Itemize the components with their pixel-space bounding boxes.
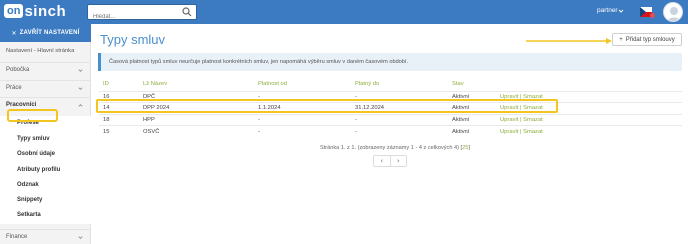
close-settings-button[interactable]: ✕ ZAVŘÍT NASTAVENÍ [0, 24, 91, 42]
logo[interactable]: on sinch [4, 2, 67, 20]
close-icon: ✕ [11, 30, 17, 37]
search-icon[interactable] [182, 7, 192, 17]
submenu-item-osobni-udaje[interactable]: Osobní údaje [17, 151, 55, 157]
submenu-highlight [7, 109, 58, 122]
sidebar-item-finance[interactable]: Finance [0, 229, 91, 244]
chevron-down-icon [78, 87, 83, 90]
cell-id: 18 [99, 113, 139, 126]
sidebar-item-label: Pobočka [6, 67, 30, 73]
delete-link[interactable]: Smazat [523, 129, 543, 135]
info-text: Časová platnost typů smluv neurčuje plat… [109, 59, 409, 65]
submenu-item-snippety[interactable]: Snippety [17, 197, 42, 203]
cell-actions: Upravit | Smazat [496, 125, 682, 137]
col-name[interactable]: Lž Název [139, 78, 254, 91]
separator: | [520, 116, 522, 123]
sidebar-item-label: Pracovníci [6, 102, 37, 108]
notification-badge [650, 13, 655, 18]
table-row: 18 HPP - - Aktivní Upravit | Smazat [99, 113, 682, 126]
next-page-button[interactable]: › [389, 156, 406, 166]
sidebar-item-label: Finance [6, 234, 28, 240]
info-box: Časová platnost typů smluv neurčuje plat… [98, 53, 682, 71]
avatar[interactable] [663, 2, 683, 22]
avatar-icon [667, 7, 681, 21]
pagination-close: ] [468, 145, 470, 151]
sidebar-submenu: Profese Typy smluv Osobní údaje Atributy… [0, 116, 91, 224]
add-contract-type-label: Přidat typ smlouvy [625, 36, 675, 43]
cell-actions: Upravit | Smazat [496, 113, 682, 126]
search-box [87, 4, 197, 24]
cell-valid-to: - [351, 113, 448, 126]
chevron-up-icon [78, 104, 83, 107]
separator: | [520, 128, 522, 135]
pagination: ‹ › [373, 155, 407, 167]
sidebar: ✕ ZAVŘÍT NASTAVENÍ Nastavení - Hlavní st… [0, 24, 91, 244]
user-name[interactable]: partner [597, 7, 618, 14]
search-input[interactable] [88, 10, 180, 24]
table-row: 15 OSVČ - - Aktivní Upravit | Smazat [99, 125, 682, 137]
chevron-down-icon [78, 236, 83, 239]
col-actions [496, 78, 682, 91]
logo-on: on [4, 4, 24, 18]
pagination-info: Stránka 1. z 1. (zobrazeny záznamy 1 - 4… [320, 145, 470, 151]
cell-valid-to: - [351, 125, 448, 137]
sidebar-item-prace[interactable]: Práce [0, 80, 91, 95]
prev-page-button[interactable]: ‹ [374, 156, 390, 166]
arrow-annotation [526, 38, 612, 44]
add-contract-type-button[interactable]: + Přidat typ smlouvy [612, 33, 682, 46]
cell-name: HPP [139, 113, 254, 126]
chevron-down-icon [78, 69, 83, 72]
submenu-item-setkarta[interactable]: Setkarta [17, 212, 41, 218]
cell-state: Aktivní [448, 125, 496, 137]
sidebar-item-label: Práce [6, 85, 22, 91]
cell-state: Aktivní [448, 113, 496, 126]
close-settings-label: ZAVŘÍT NASTAVENÍ [19, 30, 80, 36]
table-header-row: ID Lž Název Platnost od Platný do Stav [99, 78, 682, 91]
edit-link[interactable]: Upravit [500, 117, 518, 123]
sidebar-item-pobocka[interactable]: Pobočka [0, 62, 91, 77]
top-bar: on sinch partner [0, 0, 688, 24]
submenu-item-typy-smluv[interactable]: Typy smluv [17, 136, 50, 142]
sidebar-breadcrumb[interactable]: Nastavení - Hlavní stránka [6, 48, 74, 54]
col-state[interactable]: Stav [448, 78, 496, 91]
cell-valid-from: - [254, 113, 351, 126]
col-valid-from[interactable]: Platnost od [254, 78, 351, 91]
cell-valid-from: - [254, 125, 351, 137]
col-valid-to[interactable]: Platný do [351, 78, 448, 91]
chevron-down-icon[interactable] [618, 8, 624, 14]
row-highlight [96, 99, 558, 113]
col-id[interactable]: ID [99, 78, 139, 91]
delete-link[interactable]: Smazat [523, 117, 543, 123]
plus-icon: + [619, 36, 623, 43]
submenu-item-atributy-profilu[interactable]: Atributy profilu [17, 167, 60, 173]
pagination-text: Stránka 1. z 1. (zobrazeny záznamy 1 - 4… [320, 145, 463, 151]
edit-link[interactable]: Upravit [500, 129, 518, 135]
page-title: Typy smluv [100, 32, 166, 47]
cell-id: 15 [99, 125, 139, 137]
submenu-item-odznak[interactable]: Odznak [17, 182, 39, 188]
cell-name: OSVČ [139, 125, 254, 137]
logo-text: sinch [24, 2, 67, 20]
